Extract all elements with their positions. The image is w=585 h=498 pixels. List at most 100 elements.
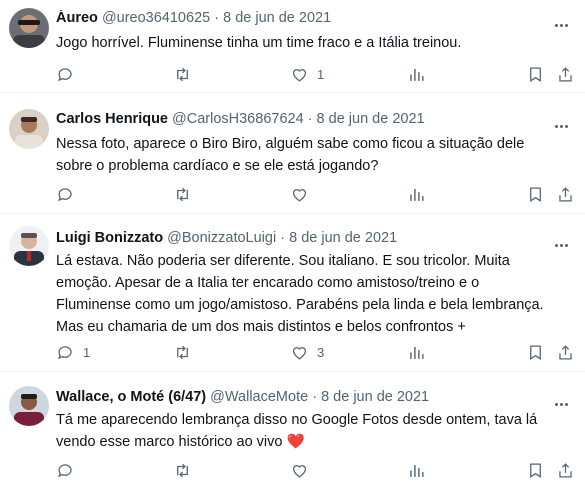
timestamp[interactable]: 8 de jun de 2021 xyxy=(321,389,429,405)
reply-button[interactable]: 1 xyxy=(56,340,90,364)
text-line: Nessa foto, aparece o Biro Biro, alguém … xyxy=(56,136,525,152)
author-name[interactable]: Carlos Henrique xyxy=(56,111,168,127)
text-line: Jogo horrível. Fluminense tinha um time … xyxy=(56,35,462,51)
timestamp[interactable]: 8 de jun de 2021 xyxy=(223,10,331,26)
tweet[interactable]: Luigi Bonizzato @BonizzatoLuigi · 8 de j… xyxy=(0,214,585,372)
author-handle[interactable]: @ureo36410625 xyxy=(102,10,210,26)
views-button[interactable] xyxy=(407,458,426,482)
bookmark-icon xyxy=(526,461,545,480)
retweet-button[interactable] xyxy=(173,182,192,206)
like-button[interactable] xyxy=(290,458,317,482)
action-bar xyxy=(56,458,576,482)
text-line: Tá me aparecendo lembrança disso no Goog… xyxy=(56,412,538,428)
reply-button[interactable] xyxy=(56,458,83,482)
avatar[interactable] xyxy=(9,226,49,266)
share-button[interactable] xyxy=(556,182,575,206)
tweet-header: Carlos Henrique @CarlosH36867624 · 8 de … xyxy=(56,111,565,127)
tweet[interactable]: Áureo @ureo36410625 · 8 de jun de 2021 J… xyxy=(0,0,585,93)
tweet-text: Lá estava. Não poderia ser diferente. So… xyxy=(56,250,571,338)
share-button[interactable] xyxy=(556,62,575,86)
author-handle[interactable]: @CarlosH36867624 xyxy=(172,111,304,127)
bookmark-button[interactable] xyxy=(526,340,545,364)
bookmark-button[interactable] xyxy=(526,458,545,482)
views-button[interactable] xyxy=(407,340,426,364)
tweet-text: Nessa foto, aparece o Biro Biro, alguém … xyxy=(56,133,571,177)
views-button[interactable] xyxy=(407,182,426,206)
reply-button[interactable] xyxy=(56,182,83,206)
more-icon[interactable] xyxy=(555,14,575,28)
tweet-header: Áureo @ureo36410625 · 8 de jun de 2021 xyxy=(56,10,565,26)
text-line: Fluminense como um jogo/amistoso. Parabé… xyxy=(56,297,544,313)
tweet-header: Luigi Bonizzato @BonizzatoLuigi · 8 de j… xyxy=(56,230,565,246)
analytics-icon xyxy=(407,343,426,362)
tweet-text: Jogo horrível. Fluminense tinha um time … xyxy=(56,32,571,54)
avatar[interactable] xyxy=(9,8,49,48)
retweet-button[interactable] xyxy=(173,62,192,86)
action-bar: 1 xyxy=(56,62,576,86)
tweet-text: Tá me aparecendo lembrança disso no Goog… xyxy=(56,409,571,453)
reply-icon xyxy=(56,461,75,480)
more-icon[interactable] xyxy=(555,393,575,407)
text-line: vendo esse marco histórico ao vivo ❤️ xyxy=(56,431,571,453)
tweet[interactable]: Wallace, o Moté (6/47) @WallaceMote · 8 … xyxy=(0,372,585,498)
red-heart-emoji: ❤️ xyxy=(286,434,305,450)
retweet-icon xyxy=(173,343,192,362)
author-handle[interactable]: @WallaceMote xyxy=(210,389,308,405)
tweet-header: Wallace, o Moté (6/47) @WallaceMote · 8 … xyxy=(56,389,565,405)
action-bar xyxy=(56,182,576,206)
heart-outline-icon xyxy=(290,65,309,84)
author-name[interactable]: Luigi Bonizzato xyxy=(56,230,163,246)
bookmark-button[interactable] xyxy=(526,182,545,206)
reply-icon xyxy=(56,343,75,362)
heart-outline-icon xyxy=(290,461,309,480)
analytics-icon xyxy=(407,185,426,204)
share-button[interactable] xyxy=(556,340,575,364)
separator: · xyxy=(280,230,286,246)
share-icon xyxy=(556,185,575,204)
bookmark-button[interactable] xyxy=(526,62,545,86)
like-count: 3 xyxy=(317,344,325,360)
bookmark-icon xyxy=(526,65,545,84)
timestamp[interactable]: 8 de jun de 2021 xyxy=(317,111,425,127)
action-bar: 1 3 xyxy=(56,340,576,364)
tweet[interactable]: Carlos Henrique @CarlosH36867624 · 8 de … xyxy=(0,93,585,214)
share-icon xyxy=(556,461,575,480)
retweet-icon xyxy=(173,65,192,84)
separator: · xyxy=(214,10,220,26)
separator: · xyxy=(307,111,313,127)
like-button[interactable] xyxy=(290,182,317,206)
reply-feed: Áureo @ureo36410625 · 8 de jun de 2021 J… xyxy=(0,0,585,498)
retweet-icon xyxy=(173,185,192,204)
timestamp[interactable]: 8 de jun de 2021 xyxy=(289,230,397,246)
retweet-button[interactable] xyxy=(173,340,192,364)
text-line: Mas eu chamaria de um dos mais distintos… xyxy=(56,319,466,335)
bookmark-icon xyxy=(526,185,545,204)
views-button[interactable] xyxy=(407,62,426,86)
like-button[interactable]: 1 xyxy=(290,62,324,86)
text-line: Lá estava. Não poderia ser diferente. So… xyxy=(56,253,510,269)
avatar[interactable] xyxy=(9,109,49,149)
analytics-icon xyxy=(407,461,426,480)
text-segment: vendo esse marco histórico ao vivo xyxy=(56,434,283,450)
separator: · xyxy=(312,389,318,405)
author-name[interactable]: Áureo xyxy=(56,10,98,26)
more-icon[interactable] xyxy=(555,234,575,248)
author-name[interactable]: Wallace, o Moté (6/47) xyxy=(56,389,206,405)
heart-outline-icon xyxy=(290,185,309,204)
more-icon[interactable] xyxy=(555,115,575,129)
author-handle[interactable]: @BonizzatoLuigi xyxy=(167,230,276,246)
text-line: emoção. Apesar de a Italia ter encarado … xyxy=(56,275,480,291)
share-icon xyxy=(556,65,575,84)
reply-button[interactable] xyxy=(56,62,83,86)
bookmark-icon xyxy=(526,343,545,362)
reply-icon xyxy=(56,65,75,84)
reply-count: 1 xyxy=(83,344,91,360)
retweet-button[interactable] xyxy=(173,458,192,482)
heart-outline-icon xyxy=(290,343,309,362)
avatar[interactable] xyxy=(9,386,49,426)
retweet-icon xyxy=(173,461,192,480)
share-icon xyxy=(556,343,575,362)
text-line: sobre o problema cardíaco e se ele está … xyxy=(56,158,379,174)
share-button[interactable] xyxy=(556,458,575,482)
like-button[interactable]: 3 xyxy=(290,340,324,364)
